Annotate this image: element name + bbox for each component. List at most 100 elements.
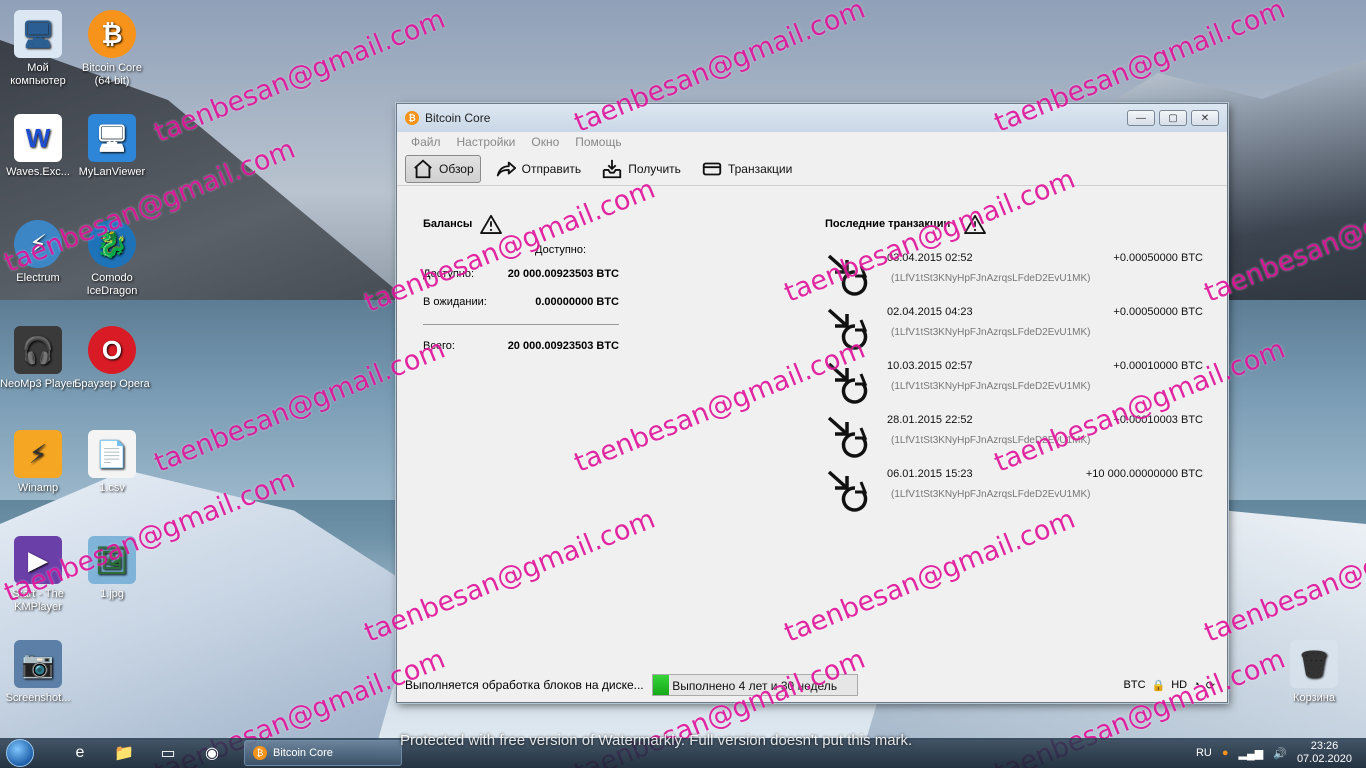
- desktop-icon-electrum[interactable]: ⚡ Electrum: [0, 220, 76, 285]
- bitcoin-tray-icon[interactable]: ●: [1222, 747, 1229, 759]
- desktop-icon-label: Браузер Opera: [74, 378, 150, 390]
- transaction-amount: +0.00010003 BTC: [1113, 414, 1203, 426]
- desktop-icon-opera[interactable]: O Браузер Opera: [74, 326, 150, 391]
- system-tray: RU ● ▂▄▆ 🔊 23:26 07.02.2020: [1196, 740, 1366, 766]
- connections-icon[interactable]: ◔: [1193, 679, 1200, 691]
- bitcoin-icon: ₿: [405, 111, 419, 125]
- transaction-address: (1LfV1tSt3KNyHpFJnAzrqsLFdeD2EvU1MK): [891, 327, 1091, 338]
- minimize-button[interactable]: —: [1127, 110, 1155, 126]
- transaction-address: (1LfV1tSt3KNyHpFJnAzrqsLFdeD2EvU1MK): [891, 273, 1091, 284]
- headphones-icon: 🎧: [14, 326, 62, 374]
- language-indicator[interactable]: RU: [1196, 747, 1212, 759]
- desktop-icon-neomp3[interactable]: 🎧 NeoMp3 Player: [0, 326, 76, 391]
- desktop-icon-label: MyLanViewer: [78, 166, 146, 178]
- transaction-amount: +10 000.00000000 BTC: [1085, 468, 1203, 480]
- desktop-icon-screenshot[interactable]: 📷 Screenshot...: [0, 640, 76, 705]
- clock-time: 23:26: [1310, 740, 1339, 752]
- transaction-address: (1LfV1tSt3KNyHpFJnAzrqsLFdeD2EvU1MK): [891, 489, 1091, 500]
- desktop-icon-label: Electrum: [16, 272, 60, 284]
- menu-help[interactable]: Помощь: [575, 135, 621, 149]
- windows-orb-icon: [6, 739, 34, 767]
- transaction-item[interactable]: 10.03.2015 02:57 +0.00010000 BTC (1LfV1t…: [825, 356, 1205, 406]
- waves-icon: W: [14, 114, 62, 162]
- desktop-icon-recycle-bin[interactable]: 🗑 Корзина: [1276, 640, 1352, 705]
- incoming-pending-icon: [827, 362, 868, 404]
- watermarkly-notice: Protected with free version of Watermark…: [400, 732, 913, 749]
- unit-selector[interactable]: BTC: [1124, 679, 1146, 691]
- total-label: Всего:: [423, 340, 455, 352]
- transaction-address: (1LfV1tSt3KNyHpFJnAzrqsLFdeD2EvU1MK): [891, 435, 1091, 446]
- clock[interactable]: 23:26 07.02.2020: [1297, 740, 1352, 766]
- transaction-item[interactable]: 06.01.2015 15:23 +10 000.00000000 BTC (1…: [825, 464, 1205, 514]
- warning-icon[interactable]: [964, 214, 987, 234]
- desktop-icon-label: Screenshot...: [5, 692, 71, 704]
- desktop-icon-kmplayer[interactable]: ▶ Start - The KMPlayer: [0, 536, 76, 614]
- camera-icon: 📷: [14, 640, 62, 688]
- warning-icon[interactable]: [480, 214, 503, 234]
- incoming-pending-icon: [827, 470, 868, 512]
- network-monitor-icon: 🖥: [88, 114, 136, 162]
- desktop-icon-mylanviewer[interactable]: 🖥 MyLanViewer: [74, 114, 150, 179]
- desktop-icon-jpg[interactable]: 🖼 1.jpg: [74, 536, 150, 601]
- media-player-icon[interactable]: ◉: [190, 739, 234, 767]
- desktop-icon-bitcoin-core[interactable]: ₿ Bitcoin Core (64-bit): [74, 10, 150, 88]
- menu-file[interactable]: Файл: [411, 135, 441, 149]
- desktop-icon-label: Winamp: [17, 482, 59, 494]
- network-icon[interactable]: ▂▄▆: [1239, 747, 1264, 760]
- transaction-date: 03.04.2015 02:52: [887, 252, 973, 264]
- desktop-icon-comodo[interactable]: 🐉 Comodo IceDragon: [74, 220, 150, 298]
- home-icon: [414, 159, 432, 178]
- incoming-pending-icon: [827, 416, 868, 458]
- recycle-bin-icon: 🗑: [1290, 640, 1338, 688]
- kmplayer-icon: ▶: [14, 536, 62, 584]
- status-icons: BTC 🔒 HD ◔ ⟳: [1124, 679, 1227, 692]
- title-bar[interactable]: ₿ Bitcoin Core — ▢ ✕: [397, 104, 1227, 132]
- transaction-date: 28.01.2015 22:52: [887, 414, 973, 426]
- send-tab[interactable]: Отправить: [489, 155, 588, 183]
- total-balance-row: Всего: 20 000.00923503 BTC: [423, 340, 619, 352]
- desktop-icon-label: Мой компьютер: [10, 62, 66, 87]
- receive-tab[interactable]: Получить: [595, 155, 687, 183]
- transaction-date: 10.03.2015 02:57: [887, 360, 973, 372]
- desktop-icon-waves[interactable]: W Waves.Exc...: [0, 114, 76, 179]
- pending-label: В ожидании:: [423, 296, 487, 308]
- transaction-item[interactable]: 28.01.2015 22:52 +0.00010003 BTC (1LfV1t…: [825, 410, 1205, 460]
- progress-text: Выполнено 4 лет и 30 недель: [672, 679, 838, 693]
- folder-icon[interactable]: 📁: [102, 739, 146, 767]
- balance-divider: [423, 324, 619, 325]
- balances-heading: Балансы: [423, 214, 503, 234]
- start-button[interactable]: [0, 738, 40, 768]
- overview-tab[interactable]: Обзор: [405, 154, 481, 183]
- volume-icon[interactable]: 🔊: [1273, 747, 1287, 760]
- computer-icon: 🖥: [14, 10, 62, 58]
- transactions-tab[interactable]: Транзакции: [695, 155, 798, 183]
- transaction-item[interactable]: 03.04.2015 02:52 +0.00050000 BTC (1LfV1t…: [825, 248, 1205, 298]
- total-value: 20 000.00923503 BTC: [507, 340, 619, 352]
- pending-balance-row: В ожидании: 0.00000000 BTC: [423, 296, 619, 308]
- desktop-icon-my-computer[interactable]: 🖥 Мой компьютер: [0, 10, 76, 88]
- internet-explorer-icon[interactable]: e: [58, 739, 102, 767]
- transaction-date: 02.04.2015 04:23: [887, 306, 973, 318]
- desktop-icon-csv[interactable]: 📄 1.csv: [74, 430, 150, 495]
- sync-status-message: Выполняется обработка блоков на диске...: [405, 678, 644, 692]
- card-icon: [702, 162, 722, 175]
- available-label: Доступно:: [423, 268, 475, 280]
- maximize-button[interactable]: ▢: [1159, 110, 1187, 126]
- overview-page: Балансы Доступно: Доступно: 20 000.00923…: [397, 186, 1227, 666]
- window-title: Bitcoin Core: [425, 111, 491, 125]
- menu-window[interactable]: Окно: [531, 135, 559, 149]
- transaction-item[interactable]: 02.04.2015 04:23 +0.00050000 BTC (1LfV1t…: [825, 302, 1205, 352]
- desktop-icon-label: Waves.Exc...: [6, 166, 70, 178]
- desktop-icon-label: NeoMp3 Player: [0, 378, 76, 390]
- desktop-icon-winamp[interactable]: ⚡ Winamp: [0, 430, 76, 495]
- sync-icon: ⟳: [1205, 679, 1215, 692]
- terminal-icon[interactable]: ▭: [146, 739, 190, 767]
- taskbar-bitcoin-core[interactable]: ₿ Bitcoin Core: [244, 740, 402, 766]
- menu-settings[interactable]: Настройки: [457, 135, 516, 149]
- close-button[interactable]: ✕: [1191, 110, 1219, 126]
- lock-icon[interactable]: 🔒: [1152, 679, 1166, 692]
- opera-icon: O: [88, 326, 136, 374]
- desktop-icon-label: 1.jpg: [100, 588, 124, 600]
- sync-progress-bar: Выполнено 4 лет и 30 недель: [651, 674, 858, 696]
- desktop-icon-label: Корзина: [1293, 692, 1335, 704]
